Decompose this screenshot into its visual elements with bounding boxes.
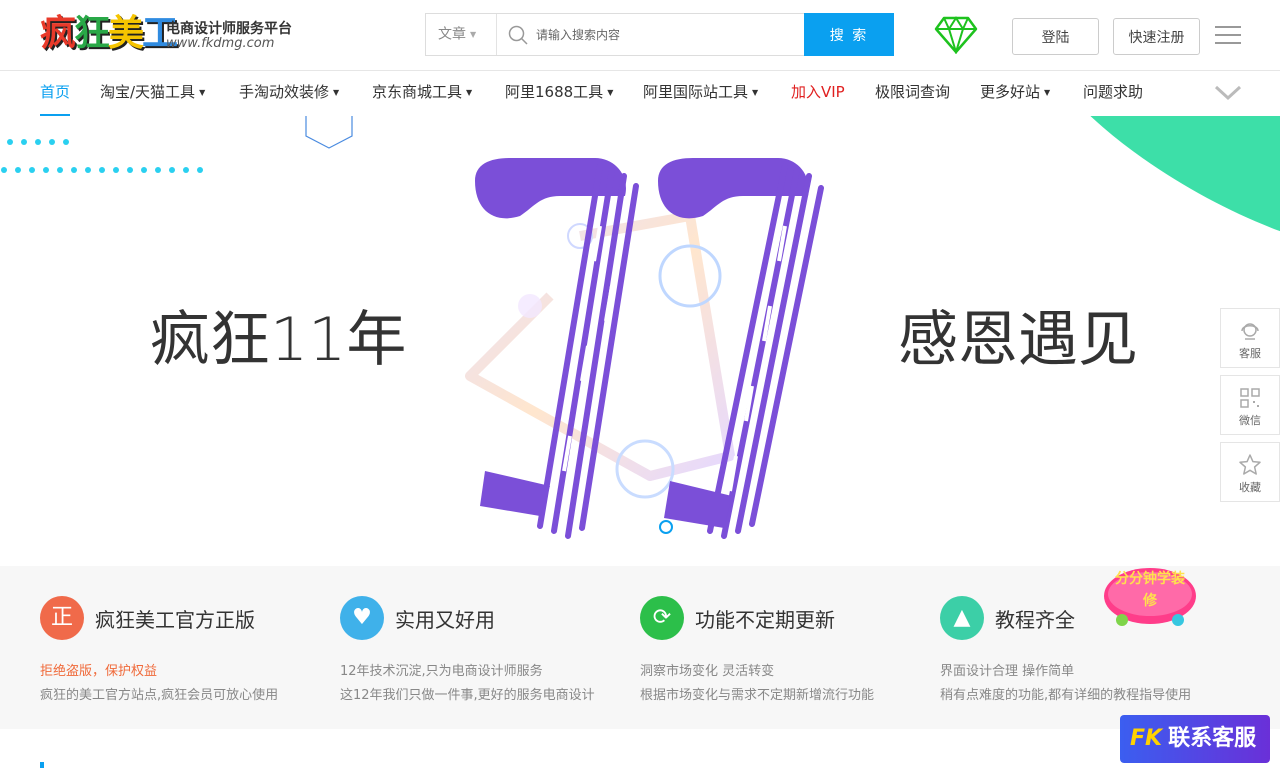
nav-item-word-check[interactable]: 极限词查询 (875, 71, 950, 116)
dropdown-caret-icon: ▼ (1044, 87, 1051, 97)
nav-item-label: 阿里1688工具 (505, 83, 604, 101)
logo-mark: 疯狂美工 (40, 10, 178, 56)
official-icon: 正 (40, 596, 84, 640)
feature-subtitle: 洞察市场变化 灵活转变 (640, 664, 775, 679)
nav-item-label: 阿里国际站工具 (643, 83, 749, 101)
register-button[interactable]: 快速注册 (1113, 18, 1200, 55)
qrcode-icon (1240, 388, 1260, 408)
contact-service-label: 联系客服 (1168, 726, 1257, 751)
site-logo[interactable]: 疯狂美工 电商设计师服务平台 www.fkdmg.com (40, 10, 292, 60)
nav-item-label: 加入VIP (791, 83, 845, 101)
contact-service-button[interactable]: FK 联系客服 (1120, 715, 1270, 763)
diamond-icon[interactable] (934, 16, 978, 54)
banner-headline-left: 疯狂11年 (150, 305, 407, 375)
nav-item-home[interactable]: 首页 (40, 71, 71, 116)
decorative-dots (1, 139, 203, 173)
hero-banner[interactable]: 疯狂11年 感恩遇见 (0, 116, 1280, 566)
banner-headline-right: 感恩遇见 (898, 305, 1138, 375)
section-heading-marker (40, 762, 240, 768)
anniversary-11-graphic (465, 158, 824, 539)
nav-item-1688[interactable]: 阿里1688工具 ▼ (505, 71, 613, 116)
logo-char: 狂 (74, 12, 110, 54)
dropdown-caret-icon: ▼ (199, 87, 206, 97)
nav-item-mobile-decor[interactable]: 手淘动效装修 ▼ (239, 71, 339, 116)
side-panel-label: 收藏 (1239, 481, 1261, 494)
feature-desc: 这12年我们只做一件事,更好的服务电商设计 (340, 688, 595, 703)
top-header: 疯狂美工 电商设计师服务平台 www.fkdmg.com 文章▼ 搜 索 登陆 … (0, 0, 1280, 71)
logo-url: www.fkdmg.com (166, 36, 275, 51)
nav-item-label: 更多好站 (980, 83, 1041, 101)
nav-item-join-vip[interactable]: 加入VIP (791, 71, 845, 116)
feature-subtitle: 拒绝盗版，保护权益 (40, 664, 158, 679)
side-panel-label: 客服 (1239, 347, 1261, 360)
feature-subtitle: 界面设计合理 操作简单 (940, 664, 1075, 679)
dropdown-caret-icon: ▼ (607, 87, 614, 97)
heart-icon: ♥ (340, 596, 384, 640)
refresh-icon: ⟳ (640, 596, 684, 640)
feature-desc: 稍有点难度的功能,都有详细的教程指导使用 (940, 688, 1192, 703)
search-category-label: 文章 (438, 26, 466, 43)
feature-title: 教程齐全 (995, 608, 1075, 632)
login-button[interactable]: 登陆 (1012, 18, 1099, 55)
nav-item-label: 问题求助 (1083, 83, 1144, 101)
logo-char: 疯 (40, 12, 76, 54)
fk-logo: FK (1130, 726, 1163, 751)
side-customer-service[interactable]: 客服 (1220, 308, 1280, 368)
chevron-down-icon: ▼ (470, 30, 477, 39)
nav-item-taobao[interactable]: 淘宝/天猫工具 ▼ (100, 71, 205, 116)
feature-title: 实用又好用 (395, 608, 495, 632)
feature-subtitle: 12年技术沉淀,只为电商设计师服务 (340, 664, 543, 679)
nav-item-label: 淘宝/天猫工具 (100, 83, 196, 101)
search-bar: 文章 ▼ 搜 索 (425, 13, 894, 56)
side-wechat[interactable]: 微信 (1220, 375, 1280, 435)
headset-icon (1241, 323, 1259, 340)
nav-item-label: 首页 (40, 83, 71, 101)
feature-desc: 疯狂的美工官方站点,疯狂会员可放心使用 (40, 688, 279, 703)
logo-char: 美 (108, 12, 144, 54)
carousel-dot[interactable] (659, 520, 673, 534)
feature-desc: 根据市场变化与需求不定期新增流行功能 (640, 688, 875, 703)
side-favorite[interactable]: 收藏 (1220, 442, 1280, 502)
feature-strip: 正 疯狂美工官方正版 拒绝盗版，保护权益 疯狂的美工官方站点,疯狂会员可放心使用… (0, 566, 1280, 729)
nav-item-label: 手淘动效装修 (239, 83, 330, 101)
side-panel-label: 微信 (1239, 414, 1261, 427)
feature-title: 疯狂美工官方正版 (95, 608, 255, 632)
promo-badge-text: 分分钟学装修 (1115, 571, 1185, 609)
decorative-hexagon (305, 116, 353, 149)
logo-tagline: 电商设计师服务平台 (166, 21, 292, 37)
star-icon (1239, 454, 1261, 475)
decorative-corner-shape (1090, 116, 1280, 232)
nav-item-label: 极限词查询 (875, 83, 951, 101)
dropdown-caret-icon: ▼ (333, 87, 340, 97)
main-nav: 首页 淘宝/天猫工具 ▼ 手淘动效装修 ▼ 京东商城工具 ▼ 阿里1688工具 ▼ 阿里… (0, 71, 1280, 116)
search-input[interactable] (536, 14, 804, 55)
chevron-down-icon[interactable] (1214, 85, 1242, 101)
dropdown-caret-icon: ▼ (466, 87, 473, 97)
dropdown-caret-icon: ▼ (752, 87, 759, 97)
nav-item-help[interactable]: 问题求助 (1083, 71, 1143, 116)
nav-item-label: 京东商城工具 (372, 83, 463, 101)
image-icon: ▲ (940, 596, 984, 640)
search-category-select[interactable]: 文章 ▼ (426, 14, 497, 55)
hamburger-icon[interactable] (1215, 26, 1241, 46)
search-icon (508, 25, 528, 45)
search-button[interactable]: 搜 索 (804, 13, 894, 56)
feature-title: 功能不定期更新 (695, 608, 835, 632)
nav-item-more-sites[interactable]: 更多好站 ▼ (980, 71, 1050, 116)
nav-item-jd[interactable]: 京东商城工具 ▼ (372, 71, 472, 116)
nav-item-alibaba-intl[interactable]: 阿里国际站工具 ▼ (643, 71, 758, 116)
promo-badge[interactable]: 分分钟学装修 (1100, 566, 1200, 632)
